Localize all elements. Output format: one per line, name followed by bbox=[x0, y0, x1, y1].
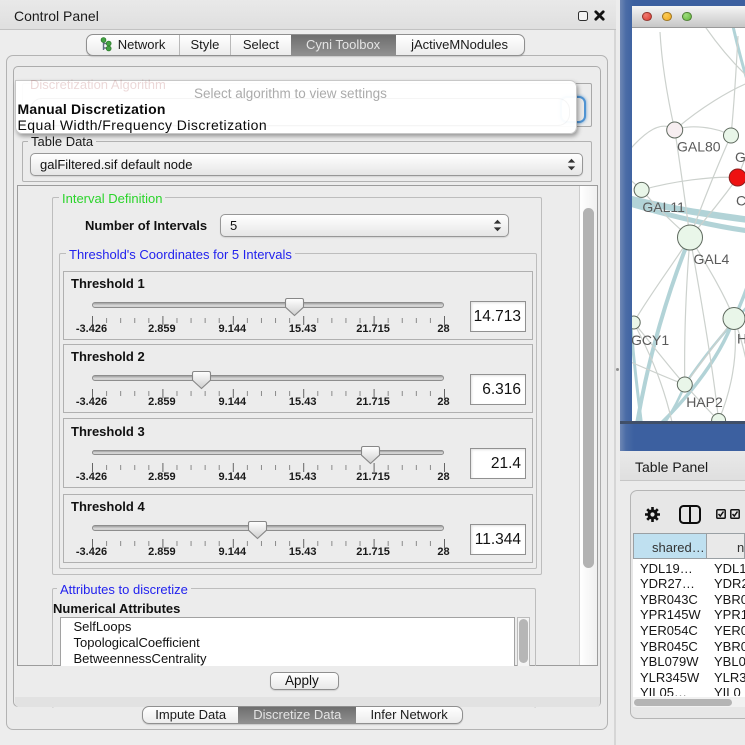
svg-text:GCY1: GCY1 bbox=[632, 332, 669, 348]
svg-text:C: C bbox=[736, 192, 745, 208]
svg-text:HAP2: HAP2 bbox=[686, 394, 723, 410]
svg-text:GAL4: GAL4 bbox=[694, 251, 730, 267]
svg-text:GA: GA bbox=[735, 149, 745, 165]
svg-text:GAL11: GAL11 bbox=[642, 199, 685, 215]
svg-text:HA: HA bbox=[737, 330, 745, 346]
svg-text:GAL80: GAL80 bbox=[677, 138, 721, 154]
